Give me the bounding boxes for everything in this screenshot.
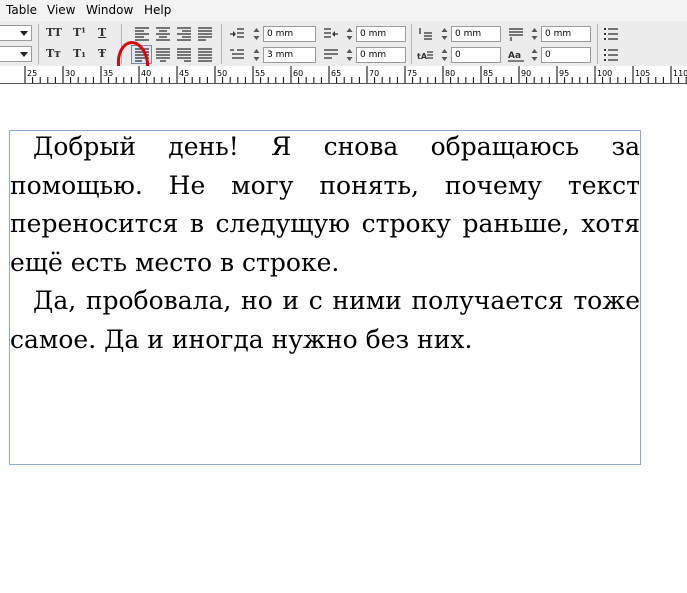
ruler-label: 75	[407, 69, 418, 78]
menu-window[interactable]: Window	[86, 3, 133, 17]
spinner-arrows-icon[interactable]	[530, 47, 539, 63]
toolbar-separator	[597, 24, 598, 64]
ruler-label: 25	[27, 69, 38, 78]
bulleted-list-icon[interactable]	[602, 26, 620, 42]
ruler-label: 60	[293, 69, 304, 78]
justify-last-center-icon[interactable]	[154, 47, 172, 63]
font-style-dropdown[interactable]	[0, 25, 32, 41]
menu-table[interactable]: Table	[6, 3, 37, 17]
subscript-icon[interactable]: T₁	[73, 47, 86, 60]
ruler-label: 65	[331, 69, 342, 78]
first-line-indent-field[interactable]: 3 mm	[263, 47, 316, 63]
ruler-label: 95	[559, 69, 570, 78]
right-indent-field[interactable]: 0 mm	[356, 26, 406, 42]
toolbar-separator	[411, 24, 412, 64]
paragraph-2[interactable]: Да, пробовала, но и с ними получается то…	[10, 282, 640, 359]
space-before-icon	[419, 28, 432, 40]
underline-icon[interactable]: T	[98, 26, 106, 39]
drop-cap-lines-field[interactable]: 0	[451, 47, 501, 63]
align-right-icon[interactable]	[175, 26, 193, 42]
menu-help[interactable]: Help	[144, 3, 171, 17]
menu-view[interactable]: View	[47, 3, 75, 17]
paragraph-toolbar: TT T¹ T Tт T₁ Ŧ 0 mm 3 mm 0 mm 0 mm 0 mm…	[0, 21, 687, 67]
drop-cap-chars-field[interactable]: 0	[541, 47, 591, 63]
svg-text:tA: tA	[417, 52, 428, 61]
small-caps-icon[interactable]: Tт	[46, 47, 61, 60]
spinner-arrows-icon[interactable]	[440, 26, 449, 42]
align-justify-icon[interactable]	[196, 26, 214, 42]
all-caps-icon[interactable]: TT	[46, 26, 62, 39]
space-after-field[interactable]: 0 mm	[541, 26, 591, 42]
chevron-down-icon	[20, 31, 28, 36]
last-line-indent-field[interactable]: 0 mm	[356, 47, 406, 63]
right-indent-icon	[324, 28, 338, 38]
paragraph-1[interactable]: Добрый день! Я снова обращаюсь за помощь…	[10, 128, 640, 282]
spinner-arrows-icon[interactable]	[345, 47, 354, 63]
drop-cap-chars-icon: Aa	[508, 51, 524, 62]
spinner-arrows-icon[interactable]	[252, 26, 261, 42]
left-indent-field[interactable]: 0 mm	[263, 26, 316, 42]
toolbar-separator	[221, 24, 222, 64]
ruler-label: 90	[521, 69, 532, 78]
last-line-indent-icon	[324, 49, 338, 59]
strikethrough-icon[interactable]: Ŧ	[98, 47, 106, 60]
align-left-icon[interactable]	[133, 26, 151, 42]
svg-text:Aa: Aa	[508, 51, 521, 61]
space-before-field[interactable]: 0 mm	[451, 26, 501, 42]
ruler-label: 80	[445, 69, 456, 78]
ruler-label: 40	[141, 69, 152, 78]
ruler-label: 35	[103, 69, 114, 78]
ruler-label: 105	[635, 69, 651, 78]
ruler-label: 70	[369, 69, 380, 78]
align-center-icon[interactable]	[154, 26, 172, 42]
toolbar-separator	[38, 24, 39, 64]
left-indent-icon	[230, 28, 244, 38]
superscript-icon[interactable]: T¹	[73, 26, 86, 39]
font-size-dropdown[interactable]	[0, 46, 32, 62]
spinner-arrows-icon[interactable]	[345, 26, 354, 42]
space-after-icon	[509, 28, 523, 41]
chevron-down-icon	[20, 52, 28, 57]
horizontal-ruler[interactable]: 25 30 35 40 45 50 55 60 65 70 75 80 85 9…	[0, 66, 687, 84]
ruler-label: 45	[179, 69, 190, 78]
ruler-label: 50	[217, 69, 228, 78]
ruler-label: 55	[255, 69, 266, 78]
justify-all-icon[interactable]	[196, 47, 214, 63]
justify-last-right-icon[interactable]	[175, 47, 193, 63]
spinner-arrows-icon[interactable]	[252, 47, 261, 63]
ruler-label: 85	[483, 69, 494, 78]
ruler-label: 30	[65, 69, 76, 78]
numbered-list-icon[interactable]	[602, 47, 620, 63]
ruler-label: 110	[673, 69, 687, 78]
drop-cap-lines-icon: tA	[417, 51, 433, 61]
spinner-arrows-icon[interactable]	[440, 47, 449, 63]
first-line-indent-icon	[230, 49, 244, 59]
spinner-arrows-icon[interactable]	[530, 26, 539, 42]
ruler-label: 100	[597, 69, 613, 78]
menu-bar: Table View Window Help	[0, 0, 687, 22]
